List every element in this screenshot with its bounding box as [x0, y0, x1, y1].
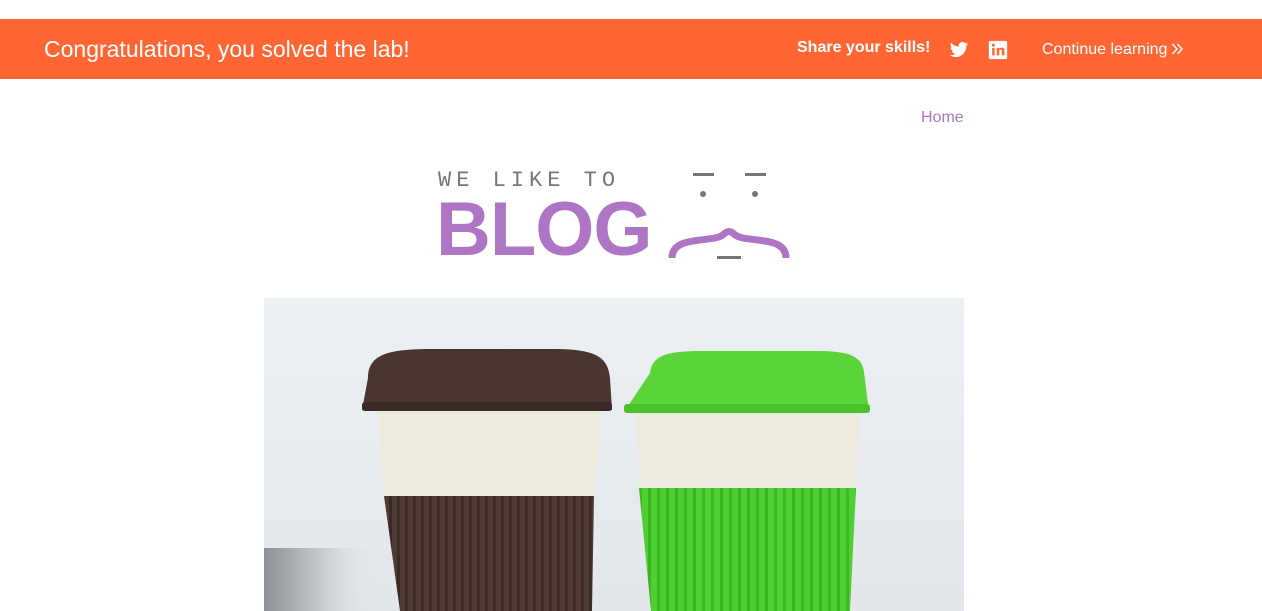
curly-face-icon	[668, 173, 790, 259]
share-skills-label: Share your skills!	[797, 39, 931, 56]
continue-learning-link[interactable]: Continue learning	[1042, 41, 1184, 59]
logo-main-text: BLOG	[436, 187, 653, 272]
double-chevron-right-icon	[1172, 43, 1184, 55]
home-link[interactable]: Home	[921, 109, 964, 127]
site-logo[interactable]: WE LIKE TO BLOG	[436, 168, 792, 268]
twitter-icon[interactable]	[949, 40, 969, 60]
linkedin-icon[interactable]	[988, 40, 1008, 60]
banner-title: Congratulations, you solved the lab!	[44, 36, 410, 62]
continue-learning-label: Continue learning	[1042, 41, 1168, 58]
lab-solved-banner: Congratulations, you solved the lab! Sha…	[0, 19, 1262, 79]
coffee-cups-image	[264, 298, 964, 611]
